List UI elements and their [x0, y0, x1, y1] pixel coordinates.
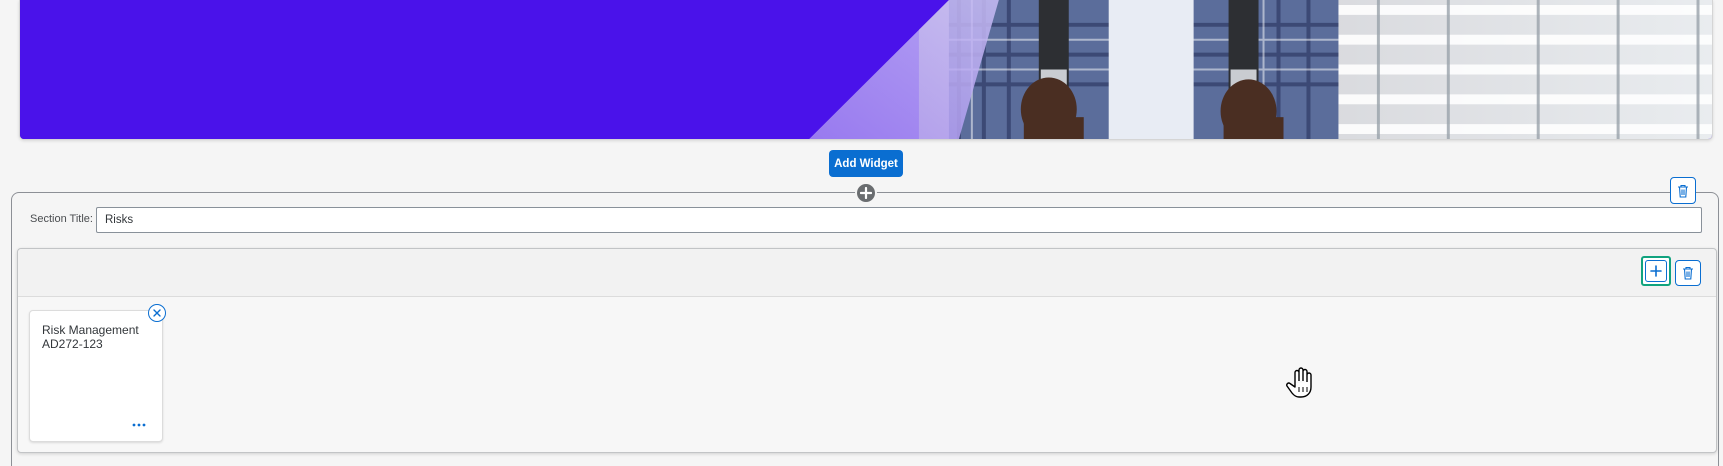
trash-icon — [1678, 184, 1688, 198]
delete-container-button[interactable] — [1675, 260, 1701, 286]
banner-image — [20, 0, 1712, 139]
section-title-input[interactable] — [96, 207, 1702, 233]
add-tile-button[interactable] — [1641, 256, 1671, 286]
delete-section-button[interactable] — [1670, 177, 1696, 204]
plus-icon — [1645, 260, 1667, 282]
plus-circle-icon[interactable] — [855, 182, 877, 204]
section-title-label: Section Title: — [30, 213, 93, 225]
trash-icon — [1683, 266, 1693, 280]
page: Add Widget Section Title: Risk Managemen… — [0, 0, 1723, 466]
widget-container — [17, 248, 1717, 453]
hand-cursor-icon — [1285, 366, 1315, 400]
hero-banner — [19, 0, 1713, 140]
container-toolbar — [18, 249, 1716, 297]
tile-title: Risk Management — [42, 323, 139, 337]
close-circle-icon[interactable] — [148, 304, 166, 322]
add-widget-button[interactable]: Add Widget — [829, 150, 903, 177]
more-dots-icon[interactable] — [130, 420, 148, 430]
tile-subtitle: AD272-123 — [42, 337, 103, 351]
